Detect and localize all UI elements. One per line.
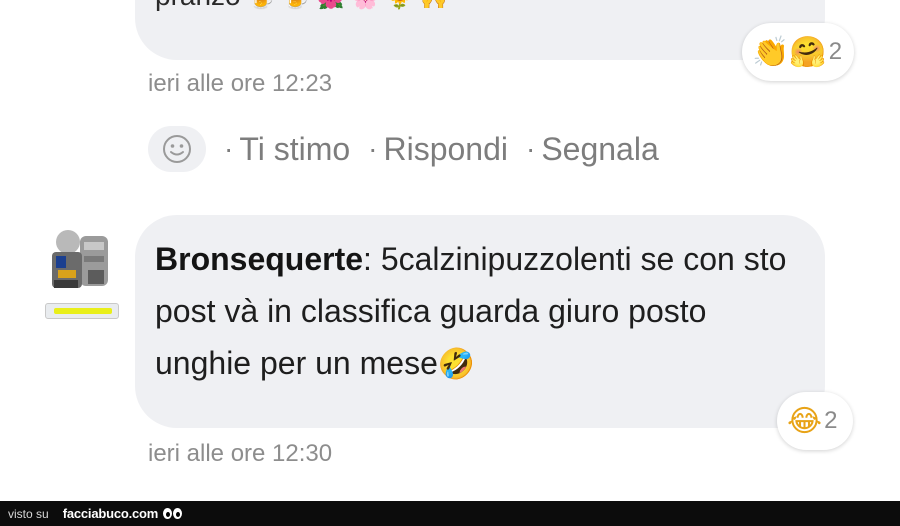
previous-comment-fragment: pranzo [155, 0, 241, 11]
eyes-logo-icon [163, 508, 183, 519]
add-reaction-button[interactable] [148, 126, 206, 172]
separator: · [224, 133, 234, 164]
ti-stimo-link[interactable]: Ti stimo [239, 131, 350, 168]
comment-body: Bronsequerte: 5calzinipuzzolenti se con … [155, 233, 805, 391]
tears-of-joy-emoji-icon: 😂 [787, 403, 823, 439]
rispondi-link[interactable]: Rispondi [383, 131, 508, 168]
reaction-count: 2 [828, 38, 843, 65]
footer-label: visto su [8, 506, 49, 521]
user-level-bar [45, 303, 119, 319]
watermark-footer: visto su facciabuco.com [0, 501, 900, 526]
separator: · [525, 133, 536, 164]
rofl-emoji-icon: 🤣 [437, 347, 476, 382]
comment-reactions[interactable]: 😂 2 [777, 392, 853, 450]
user-level-fill [54, 308, 112, 314]
comment-actions: · Ti stimo · Rispondi · Segnala [148, 126, 659, 172]
clap-hug-emoji-icon: 👏🤗 [752, 34, 827, 70]
segnala-link[interactable]: Segnala [541, 131, 658, 168]
previous-comment-emojis: 🍺 🍺 🌺 🌸 🌻 🙌 [248, 0, 447, 11]
comment-author[interactable]: Bronsequerte [155, 241, 363, 277]
reaction-count: 2 [824, 407, 838, 434]
avatar-image [48, 226, 114, 298]
previous-comment-reactions[interactable]: 👏🤗 2 [742, 23, 854, 81]
comment-timestamp: ieri alle ore 12:30 [148, 440, 333, 467]
avatar[interactable] [48, 226, 114, 298]
smiley-icon [163, 135, 191, 163]
previous-comment-text: pranzo 🍺 🍺 🌺 🌸 🌻 🙌 [155, 0, 448, 12]
previous-comment-timestamp: ieri alle ore 12:23 [148, 70, 333, 97]
separator: · [368, 133, 378, 164]
footer-site: facciabuco.com [62, 506, 159, 521]
author-colon: : [363, 241, 372, 277]
